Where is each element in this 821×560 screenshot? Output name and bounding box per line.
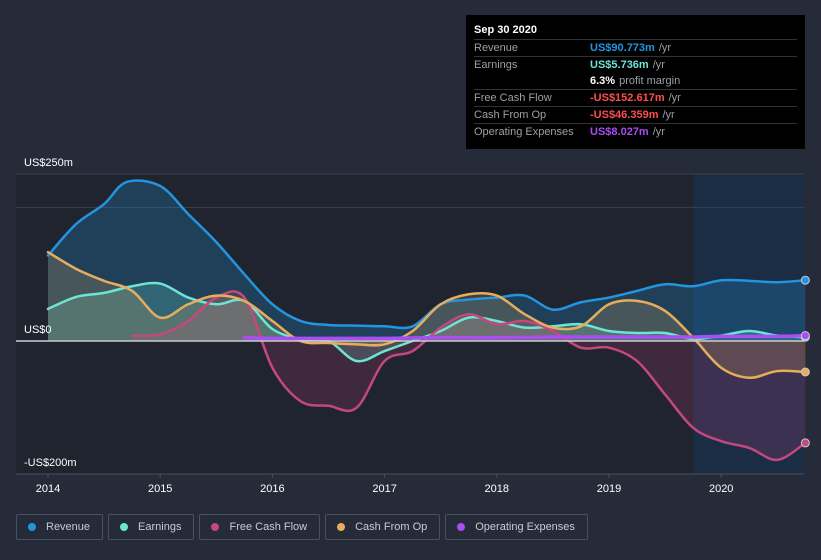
operating-expenses-endpoint <box>800 331 810 341</box>
tooltip-row-cfo: Cash From Op -US$46.359m /yr <box>474 107 797 124</box>
tooltip-value: US$90.773m <box>590 42 655 54</box>
x-tick-label: 2017 <box>372 483 396 495</box>
y-tick-label: US$0 <box>24 324 52 336</box>
tooltip-label: Operating Expenses <box>474 126 574 138</box>
revenue-dot-icon <box>28 523 36 531</box>
free-cash-flow-endpoint <box>800 438 810 448</box>
free-cash-flow-dot-icon <box>211 523 220 531</box>
tooltip-value: US$5.736m <box>590 59 649 71</box>
legend-label: Cash From Op <box>355 521 428 533</box>
legend-label: Free Cash Flow <box>229 521 308 533</box>
y-tick-label: -US$200m <box>24 457 77 469</box>
data-tooltip: Sep 30 2020 Revenue US$90.773m /yr Earni… <box>466 15 805 149</box>
earnings-dot-icon <box>120 523 129 531</box>
x-tick-label: 2019 <box>597 483 621 495</box>
tooltip-label: Earnings <box>474 59 518 71</box>
legend-item-free-cash-flow[interactable]: Free Cash Flow <box>199 514 321 540</box>
cash-from-op-endpoint <box>800 367 810 377</box>
chart-legend: Revenue Earnings Free Cash Flow Cash Fro… <box>16 514 588 540</box>
legend-label: Operating Expenses <box>475 521 575 533</box>
legend-label: Earnings <box>138 521 182 533</box>
tooltip-label: Cash From Op <box>474 109 547 121</box>
tooltip-label: Revenue <box>474 42 519 54</box>
tooltip-date: Sep 30 2020 <box>474 22 797 40</box>
legend-label: Revenue <box>46 521 91 533</box>
tooltip-unit: /yr <box>652 126 665 138</box>
y-tick-label: US$250m <box>24 157 73 169</box>
x-tick-label: 2015 <box>148 483 172 495</box>
tooltip-value: 6.3% <box>590 75 616 87</box>
tooltip-row-revenue: Revenue US$90.773m /yr <box>474 40 797 57</box>
tooltip-unit: /yr <box>668 92 681 104</box>
legend-item-operating-expenses[interactable]: Operating Expenses <box>445 514 588 540</box>
tooltip-unit: /yr <box>662 109 675 121</box>
legend-item-earnings[interactable]: Earnings <box>108 514 195 540</box>
tooltip-label <box>474 73 590 89</box>
x-tick-label: 2018 <box>485 483 509 495</box>
x-tick-label: 2020 <box>709 483 733 495</box>
tooltip-unit: /yr <box>658 42 672 54</box>
tooltip-value: US$8.027m <box>590 126 649 138</box>
tooltip-row-earnings: Earnings US$5.736m /yr <box>474 57 797 73</box>
tooltip-value: -US$152.617m <box>590 92 665 104</box>
tooltip-value: -US$46.359m <box>590 109 659 121</box>
legend-item-revenue[interactable]: Revenue <box>16 514 104 540</box>
legend-item-cash-from-op[interactable]: Cash From Op <box>325 514 441 540</box>
tooltip-row-fcf: Free Cash Flow -US$152.617m /yr <box>474 90 797 107</box>
x-tick-label: 2014 <box>36 483 60 495</box>
tooltip-unit: /yr <box>652 59 665 71</box>
operating-expenses-dot-icon <box>457 523 466 531</box>
tooltip-unit: profit margin <box>619 75 681 87</box>
tooltip-row-opex: Operating Expenses US$8.027m /yr <box>474 124 797 140</box>
tooltip-label: Free Cash Flow <box>474 92 552 104</box>
x-tick-label: 2016 <box>260 483 284 495</box>
revenue-endpoint <box>800 275 810 285</box>
tooltip-row-margin: 6.3% profit margin <box>474 73 797 90</box>
cash-from-op-dot-icon <box>337 523 346 531</box>
